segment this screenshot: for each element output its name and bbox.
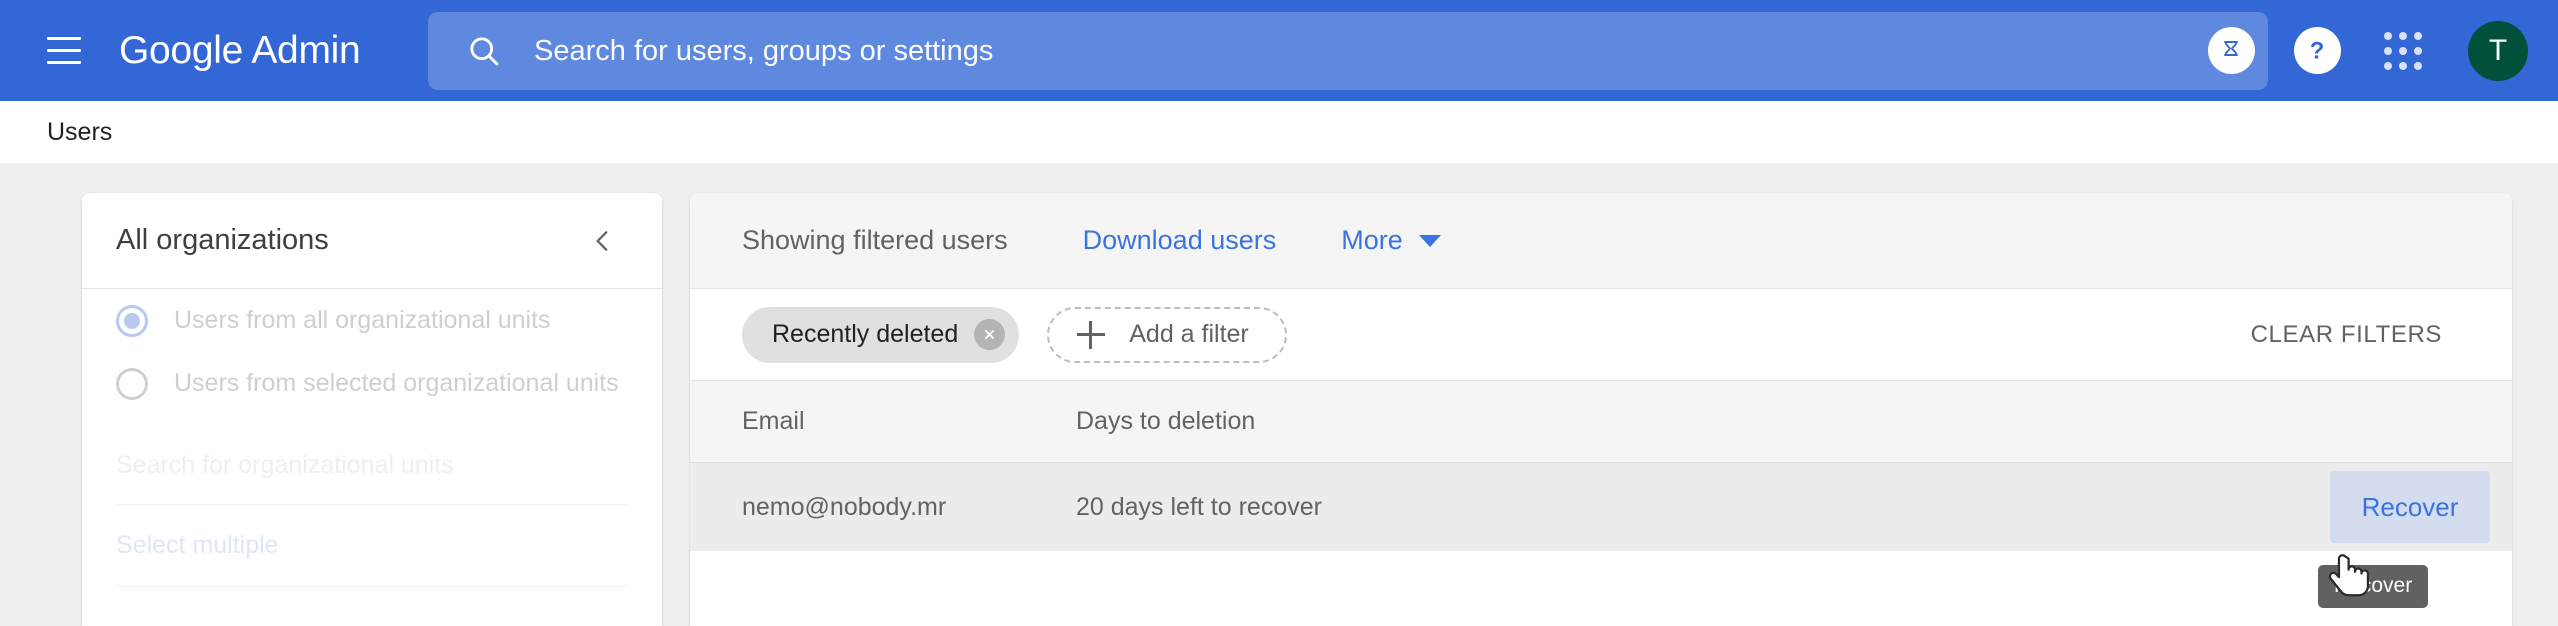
page-content: All organizations Users from all organiz… xyxy=(0,163,2558,626)
radio-all-org-units[interactable]: Users from all organizational units xyxy=(82,289,662,352)
radio-selected-org-units-label: Users from selected organizational units xyxy=(174,369,619,397)
top-app-bar: Google Admin Search for users, groups or… xyxy=(0,0,2558,101)
users-panel: Showing filtered users Download users Mo… xyxy=(690,193,2512,626)
org-unit-search-input[interactable]: Search for organizational units xyxy=(116,451,628,505)
filter-status-label: Showing filtered users xyxy=(742,225,1008,255)
download-users-link[interactable]: Download users xyxy=(1083,225,1277,256)
organizations-title: All organizations xyxy=(116,224,329,256)
svg-text:?: ? xyxy=(2310,37,2325,64)
clear-filters-button[interactable]: CLEAR FILTERS xyxy=(2251,321,2460,349)
cell-email: nemo@nobody.mr xyxy=(742,492,947,521)
cell-days-to-deletion: 20 days left to recover xyxy=(1076,492,1322,521)
radio-icon-unselected xyxy=(116,367,148,400)
add-filter-button[interactable]: Add a filter xyxy=(1047,306,1287,363)
table-row[interactable]: nemo@nobody.mr 20 days left to recover R… xyxy=(690,463,2512,551)
org-panel-divider xyxy=(116,586,628,587)
avatar[interactable]: T xyxy=(2468,20,2528,81)
plus-icon xyxy=(1077,320,1106,349)
column-header-email: Email xyxy=(742,407,805,435)
column-header-days-to-deletion: Days to deletion xyxy=(1076,407,1256,435)
hamburger-bar xyxy=(47,61,81,64)
radio-selected-org-units[interactable]: Users from selected organizational units xyxy=(82,352,662,415)
collapse-panel-button[interactable] xyxy=(578,216,628,266)
breadcrumb-bar: Users xyxy=(0,101,2558,163)
app-bar-actions: ? T xyxy=(2188,0,2536,101)
recover-button[interactable]: Recover xyxy=(2330,471,2490,543)
users-toolbar: Showing filtered users Download users Mo… xyxy=(690,193,2512,289)
chevron-left-icon xyxy=(596,230,608,251)
apps-grid-icon xyxy=(2381,29,2425,73)
add-filter-label: Add a filter xyxy=(1129,320,1249,348)
search-input-placeholder[interactable]: Search for users, groups or settings xyxy=(534,35,993,68)
hamburger-bar xyxy=(47,49,81,52)
global-search-bar[interactable]: Search for users, groups or settings xyxy=(428,12,2268,90)
hamburger-menu-icon[interactable] xyxy=(33,20,95,82)
select-multiple-link[interactable]: Select multiple xyxy=(116,531,279,560)
hourglass-icon xyxy=(2207,27,2255,74)
table-empty-space xyxy=(690,551,2512,626)
search-icon xyxy=(470,37,499,66)
radio-all-org-units-label: Users from all organizational units xyxy=(174,306,551,334)
users-table-header: Email Days to deletion xyxy=(690,381,2512,463)
breadcrumb[interactable]: Users xyxy=(47,118,112,147)
filter-chip-recently-deleted[interactable]: Recently deleted xyxy=(742,306,1020,363)
trial-status-button[interactable] xyxy=(2188,8,2274,94)
organizations-panel: All organizations Users from all organiz… xyxy=(82,193,662,626)
close-circle-icon[interactable] xyxy=(974,319,1006,350)
help-question-icon: ? xyxy=(2293,27,2341,74)
radio-icon-selected xyxy=(116,304,148,337)
org-unit-search-placeholder: Search for organizational units xyxy=(116,451,454,479)
organizations-panel-header: All organizations xyxy=(82,193,662,289)
filter-chips-row: Recently deleted Add a filter CLEAR FILT… xyxy=(690,289,2512,381)
google-apps-button[interactable] xyxy=(2360,8,2446,94)
app-title: Google Admin xyxy=(119,28,361,72)
hamburger-bar xyxy=(47,37,81,40)
caret-down-icon xyxy=(1418,234,1441,247)
more-menu-label: More xyxy=(1341,225,1403,255)
more-menu-button[interactable]: More xyxy=(1341,225,1441,256)
help-button[interactable]: ? xyxy=(2274,8,2360,94)
filter-chip-label: Recently deleted xyxy=(772,320,959,348)
